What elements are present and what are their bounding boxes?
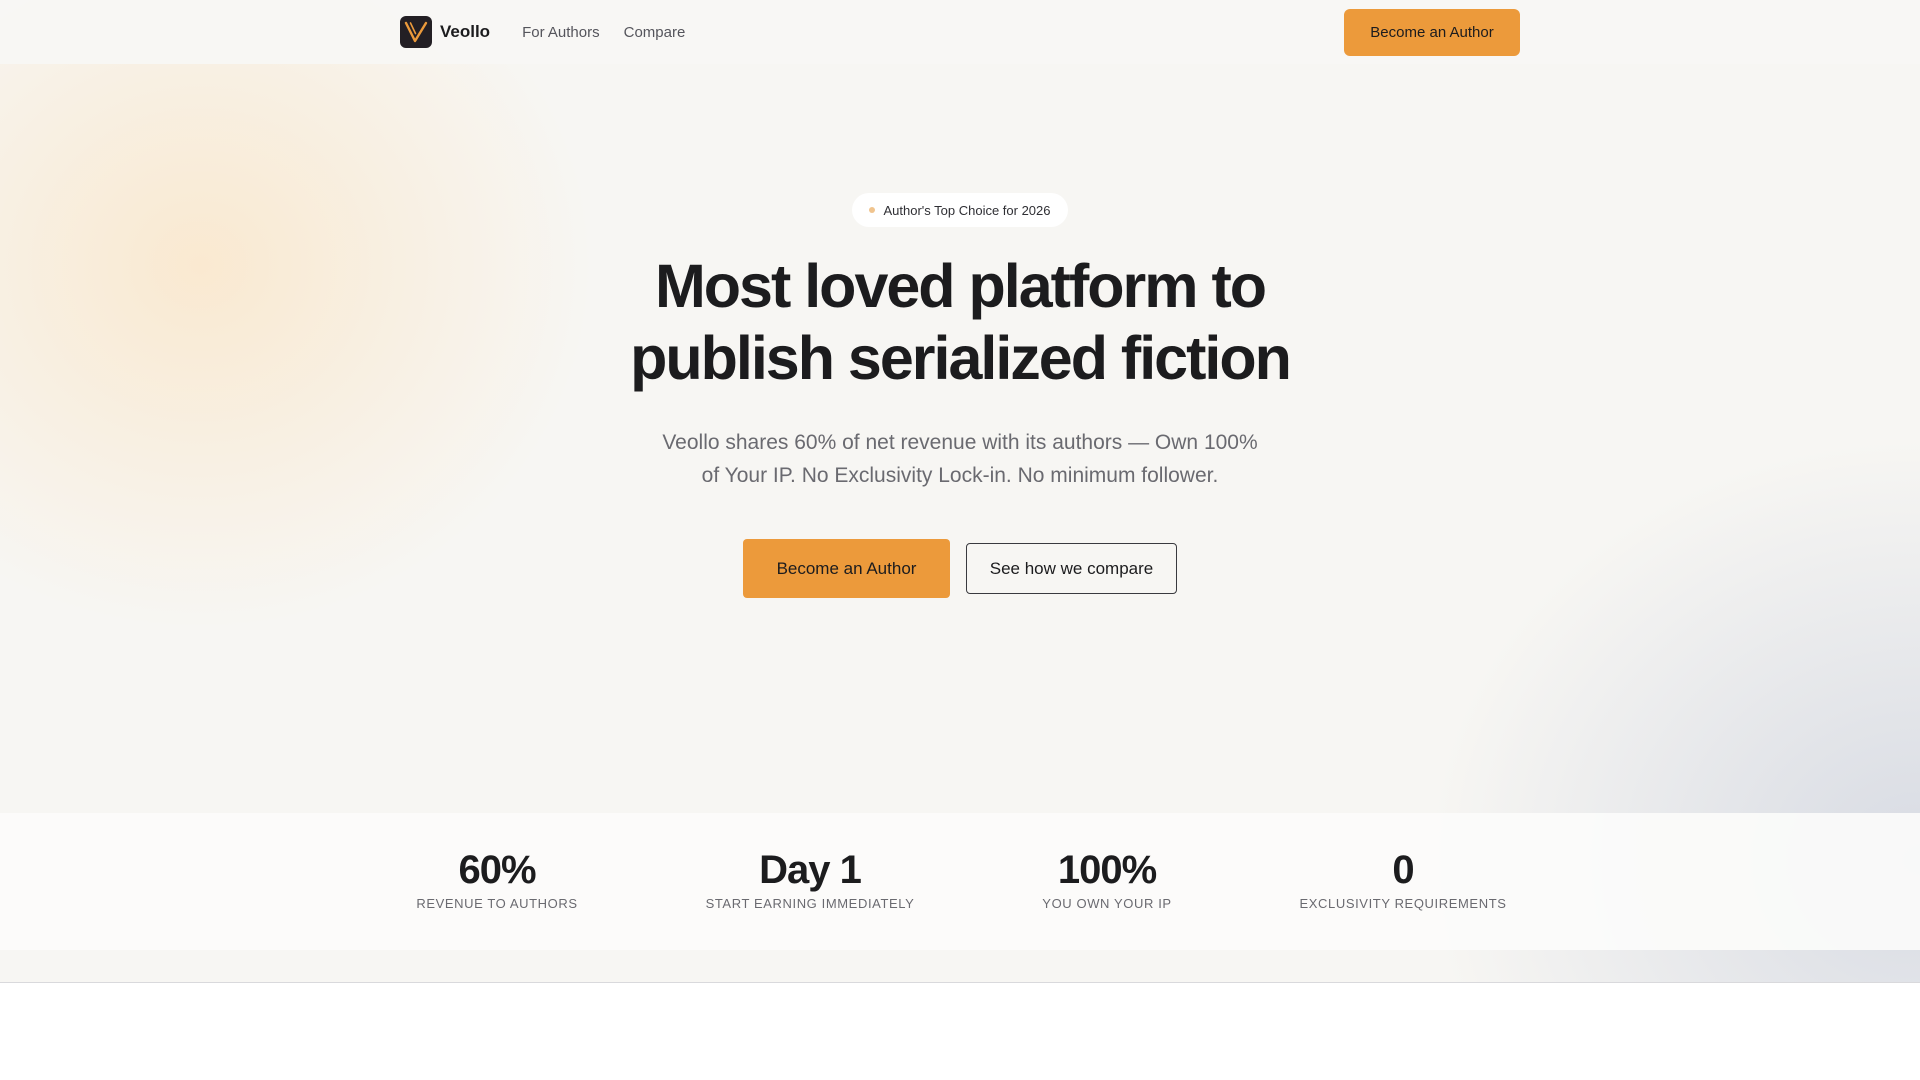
hero-title-line1: Most loved platform to: [654, 252, 1267, 320]
stats-bar: 60% REVENUE TO AUTHORS Day 1 START EARNI…: [0, 813, 1920, 950]
stat-value: 60%: [458, 848, 536, 892]
stat-label: START EARNING IMMEDIATELY: [705, 896, 915, 911]
stat-value: 100%: [1057, 848, 1157, 892]
stat-value: 0: [1392, 848, 1414, 892]
stat-exclusivity: 0 EXCLUSIVITY REQUIREMENTS: [1263, 846, 1543, 912]
stat-label: REVENUE TO AUTHORS: [416, 896, 578, 911]
stat-day-one: Day 1 START EARNING IMMEDIATELY: [678, 846, 942, 912]
section-divider: [0, 982, 1920, 983]
veollo-logo-icon: [400, 16, 432, 48]
hero-badge-label: Author's Top Choice for 2026: [883, 202, 1051, 218]
hero-subtitle: Veollo shares 60% of net revenue with it…: [662, 431, 1258, 487]
hero-badge: Author's Top Choice for 2026: [852, 193, 1068, 227]
stat-label: YOU OWN YOUR IP: [1042, 896, 1172, 911]
navbar: Veollo For Authors Compare Become an Aut…: [0, 0, 1920, 64]
stat-ip: 100% YOU OWN YOUR IP: [987, 846, 1227, 912]
nav-link-for-authors[interactable]: For Authors: [522, 24, 600, 41]
brand-logo[interactable]: Veollo: [400, 16, 490, 48]
nav-link-compare[interactable]: Compare: [624, 24, 686, 41]
brand-name: Veollo: [440, 22, 491, 41]
badge-dot-icon: [869, 207, 876, 213]
stat-revenue: 60% REVENUE TO AUTHORS: [373, 846, 621, 912]
stat-value: Day 1: [759, 848, 862, 892]
hero-title: Most loved platform to publish serialize…: [560, 250, 1360, 394]
stat-label: EXCLUSIVITY REQUIREMENTS: [1299, 896, 1507, 911]
nav-become-author-button[interactable]: Become an Author: [1344, 8, 1520, 56]
navbar-inner: Veollo For Authors Compare Become an Aut…: [400, 0, 1520, 64]
become-author-button[interactable]: Become an Author: [743, 539, 950, 598]
see-how-we-compare-button[interactable]: See how we compare: [966, 543, 1177, 594]
hero-title-line2: publish serialized fiction: [630, 324, 1292, 392]
